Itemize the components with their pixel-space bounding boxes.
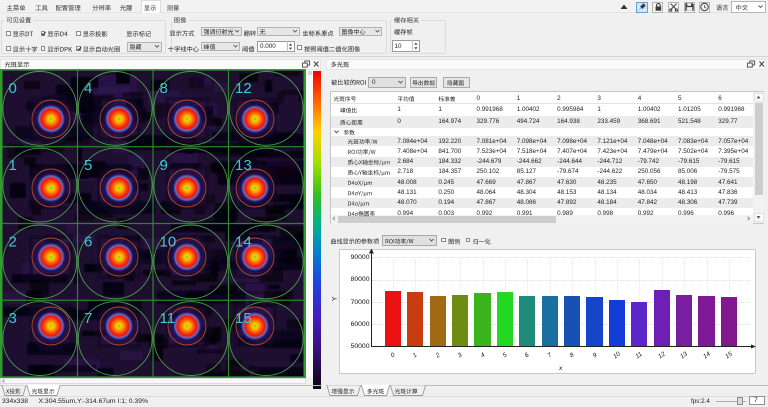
svg-text:3: 3 [9,310,17,327]
svg-text:7: 7 [84,310,92,327]
svg-text:0: 0 [9,80,17,97]
svg-text:1: 1 [9,157,17,174]
svg-text:15: 15 [235,310,252,327]
svg-text:10: 10 [160,234,177,251]
svg-text:9: 9 [160,157,168,174]
svg-text:6: 6 [84,234,92,251]
svg-text:4: 4 [84,80,92,97]
svg-text:11: 11 [160,310,176,327]
svg-text:2: 2 [9,234,17,251]
svg-text:12: 12 [235,80,252,97]
svg-text:5: 5 [84,157,92,174]
svg-text:14: 14 [235,234,252,251]
svg-text:8: 8 [160,80,168,97]
svg-text:13: 13 [235,157,252,174]
